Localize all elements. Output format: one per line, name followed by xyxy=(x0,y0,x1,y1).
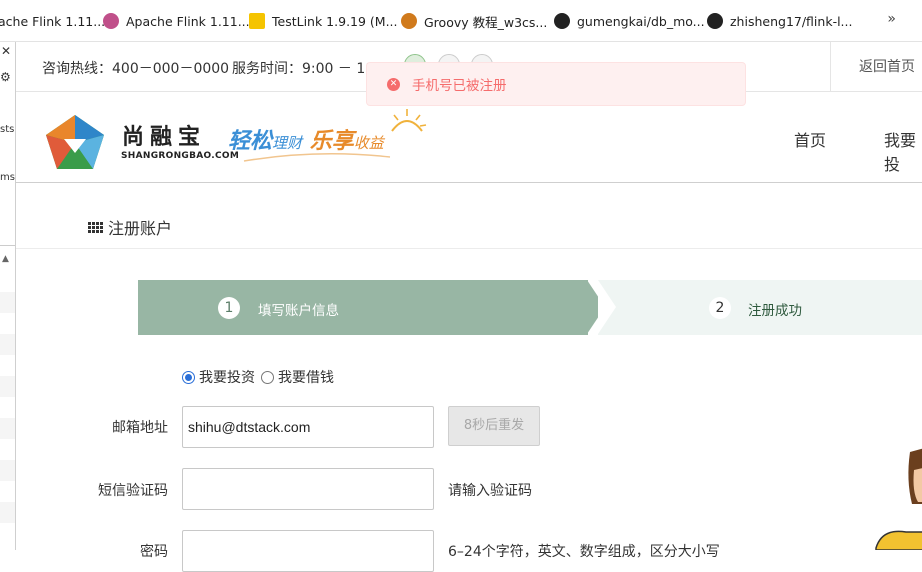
bookmark-2[interactable]: Apache Flink 1.11... xyxy=(103,12,250,30)
step-2-notch xyxy=(598,280,616,334)
github-icon xyxy=(554,13,570,29)
email-field[interactable]: shihu@dtstack.com xyxy=(182,406,434,448)
resend-code-button[interactable]: 8秒后重发 xyxy=(448,406,540,446)
divider xyxy=(16,248,922,249)
list-row xyxy=(0,376,15,397)
invest-radio-label[interactable]: 我要投资 xyxy=(199,367,255,387)
bookmark-label: zhisheng17/flink-l... xyxy=(730,13,853,29)
mascot-illustration xyxy=(875,448,922,550)
step-1-bar xyxy=(138,280,588,335)
invest-radio[interactable] xyxy=(182,370,195,384)
user-type-group: 我要投资 我要借钱 xyxy=(182,367,334,387)
step-1-number: 1 xyxy=(218,297,240,319)
nav-invest[interactable]: 我要投 xyxy=(884,127,922,175)
password-label: 密码 xyxy=(140,544,168,560)
sun-icon xyxy=(391,109,427,132)
back-home-link[interactable]: 返回首页 xyxy=(830,42,922,92)
step-2-number: 2 xyxy=(709,297,731,319)
page-title: 注册账户 xyxy=(88,215,172,239)
bookmark-5[interactable]: gumengkai/db_mo... xyxy=(554,12,705,30)
bookmark-4[interactable]: Groovy 教程_w3cs... xyxy=(401,12,547,30)
gear-icon[interactable]: ⚙ xyxy=(0,70,11,84)
error-icon: ✕ xyxy=(387,77,400,91)
sms-code-label: 短信验证码 xyxy=(98,483,168,499)
testlink-icon xyxy=(249,13,265,29)
main-header: 尚融宝 SHANGRONGBAO.COM 轻松理财 乐享收益 首页 我要投 xyxy=(16,93,922,183)
bookmark-label: ache Flink 1.11... xyxy=(0,13,106,29)
bookmarks-overflow-button[interactable]: » xyxy=(887,11,896,27)
slogan-part: 收益 xyxy=(353,134,384,152)
bookmark-label: Groovy 教程_w3cs... xyxy=(424,14,548,30)
sidebar-text: ms xyxy=(0,172,15,183)
bookmark-1[interactable]: ache Flink 1.11... xyxy=(0,12,105,30)
shangrongbao-logo-icon[interactable] xyxy=(44,113,106,171)
password-input[interactable] xyxy=(182,530,434,572)
borrow-radio-label[interactable]: 我要借钱 xyxy=(278,367,334,387)
bookmark-3[interactable]: TestLink 1.9.19 (M... xyxy=(249,12,398,30)
bookmark-label: gumengkai/db_mo... xyxy=(577,13,705,29)
list-row xyxy=(0,292,15,313)
borrow-radio[interactable] xyxy=(261,370,274,384)
github-icon xyxy=(707,13,723,29)
brand-name-en: SHANGRONGBAO.COM xyxy=(121,151,240,161)
hotline-text: 咨询热线：400－000－0000 xyxy=(42,61,230,77)
w3cschool-icon xyxy=(401,13,417,29)
step-2-label: 注册成功 xyxy=(748,303,802,319)
sms-code-input[interactable] xyxy=(182,468,434,510)
close-icon[interactable]: ✕ xyxy=(1,44,11,58)
page-title-text: 注册账户 xyxy=(108,219,173,238)
list-row xyxy=(0,334,15,355)
step-1-label: 填写账户信息 xyxy=(258,303,339,319)
list-row xyxy=(0,418,15,439)
list-row xyxy=(0,460,15,481)
bookmark-label: TestLink 1.9.19 (M... xyxy=(272,13,398,29)
error-toast: ✕ 手机号已被注册 xyxy=(366,62,746,106)
toast-message: 手机号已被注册 xyxy=(412,78,507,94)
flink-squirrel-icon xyxy=(103,13,119,29)
bookmarks-bar: ache Flink 1.11... Apache Flink 1.11... … xyxy=(0,0,922,42)
divider xyxy=(0,245,15,246)
slogan-part: 理财 xyxy=(272,134,303,152)
slogan-swoosh xyxy=(243,153,391,162)
devtools-panel-edge: ✕ ⚙ sts ms ▲ xyxy=(0,42,16,550)
sms-code-hint: 请输入验证码 xyxy=(448,483,532,499)
service-hours-text: 服务时间：9:00 － 18: xyxy=(232,61,379,77)
list-row xyxy=(0,502,15,523)
sidebar-text: sts xyxy=(0,124,15,135)
bookmark-6[interactable]: zhisheng17/flink-l... xyxy=(707,12,852,30)
grid-icon xyxy=(88,221,103,233)
password-hint: 6–24个字符，英文、数字组成，区分大小写 xyxy=(448,544,720,560)
email-label: 邮箱地址 xyxy=(112,420,168,436)
nav-home[interactable]: 首页 xyxy=(794,127,826,151)
brand-name-cn: 尚融宝 xyxy=(122,125,207,150)
sort-up-icon[interactable]: ▲ xyxy=(2,254,9,264)
bookmark-label: Apache Flink 1.11... xyxy=(126,13,250,29)
